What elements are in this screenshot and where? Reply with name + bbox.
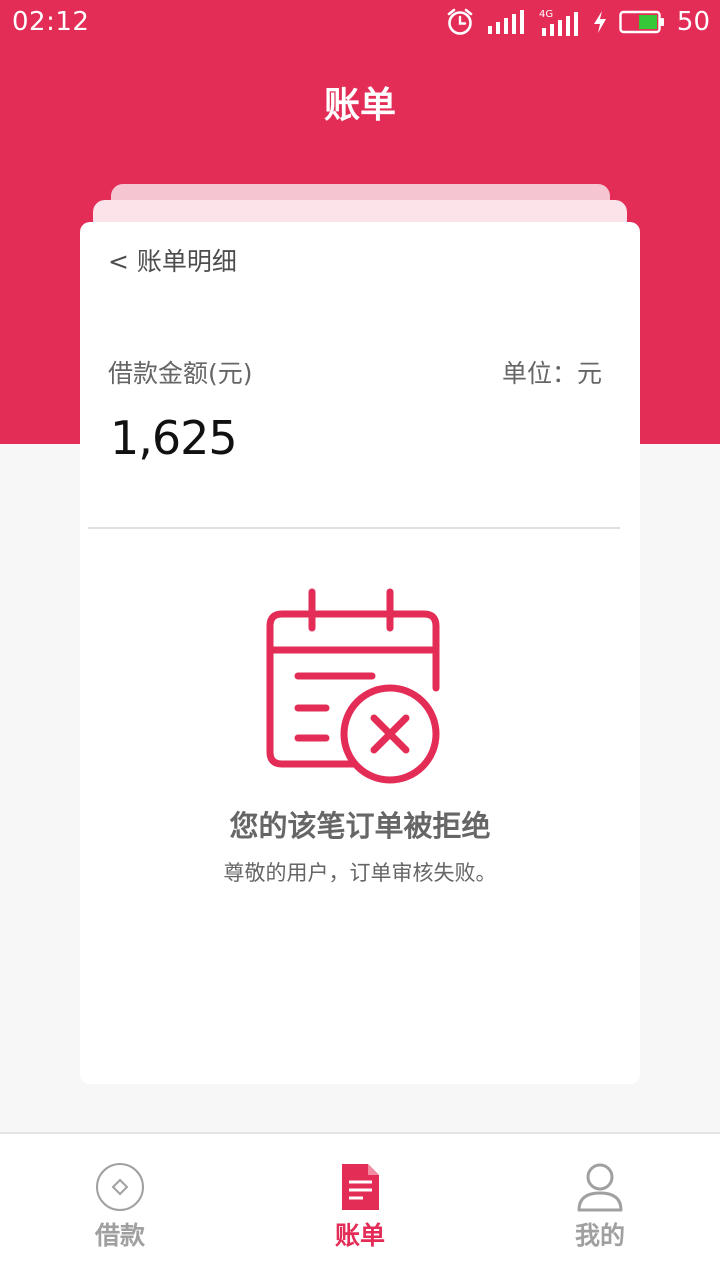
status-time: 02:12 [12, 7, 90, 37]
user-profile-icon [577, 1163, 623, 1212]
signal-icon [487, 10, 524, 34]
alarm-clock-icon [447, 8, 473, 35]
loan-amount-label: 借款金额(元) [108, 359, 253, 388]
loan-amount-value: 1,625 [110, 411, 238, 465]
charging-icon [593, 11, 606, 33]
divider [88, 527, 620, 529]
network-type-label: 4G [539, 9, 553, 20]
back-to-bill-detail-link[interactable]: < 账单明细 [108, 242, 237, 282]
rejection-subtitle: 尊敬的用户，订单审核失败。 [223, 861, 497, 885]
tab-mine-label: 我的 [574, 1221, 625, 1250]
loan-diamond-icon [96, 1163, 144, 1211]
tab-mine[interactable]: 我的 [480, 1134, 720, 1280]
page-title: 账单 [323, 85, 396, 126]
status-icons: 4G 50 [445, 6, 710, 38]
bill-document-icon [342, 1164, 379, 1210]
battery-icon [619, 10, 664, 34]
unit-label: 单位：元 [501, 359, 602, 388]
battery-level: 50 [676, 7, 710, 37]
signal-4g-icon: 4G [539, 9, 578, 36]
calendar-rejected-icon [266, 588, 440, 784]
bill-detail-card: < 账单明细 借款金额(元) 单位：元 1,625 您的该笔订单被拒绝 尊敬的用… [80, 222, 640, 1084]
tab-bill[interactable]: 账单 [240, 1134, 480, 1280]
tab-loan[interactable]: 借款 [0, 1134, 240, 1280]
bottom-tab-bar: 借款 账单 我的 [0, 1132, 720, 1280]
rejection-title: 您的该笔订单被拒绝 [229, 809, 491, 843]
tab-bill-label: 账单 [334, 1221, 385, 1250]
status-bar: 02:12 4G 50 [0, 0, 720, 44]
tab-loan-label: 借款 [94, 1221, 145, 1250]
